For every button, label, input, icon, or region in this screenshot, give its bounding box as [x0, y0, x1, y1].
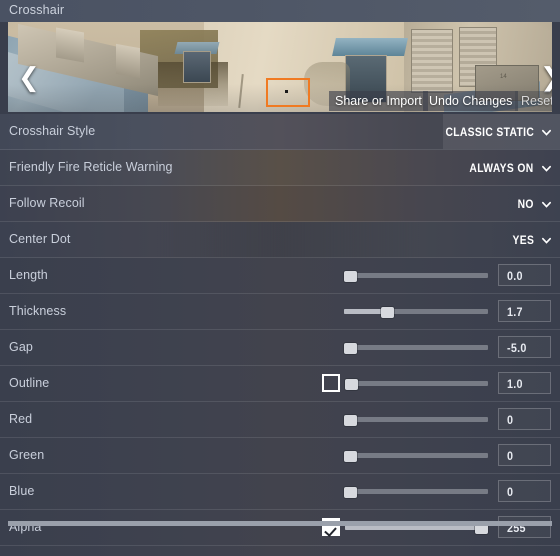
value-text: 0	[507, 449, 514, 463]
page-title: Crosshair	[9, 3, 65, 17]
thickness-value-box[interactable]: 1.7	[498, 300, 551, 322]
slider-track[interactable]	[344, 273, 488, 278]
slider-track[interactable]	[344, 417, 488, 422]
center-dot-dropdown[interactable]: YES	[509, 230, 552, 250]
chevron-down-icon	[541, 127, 552, 138]
length-slider[interactable]	[344, 271, 488, 282]
crosshair-preview[interactable]: 14 ❮ ❯ Share or Import Undo Changes Rese…	[8, 22, 552, 112]
setting-row-friendly-fire-reticle-warning[interactable]: Friendly Fire Reticle Warning ALWAYS ON	[0, 150, 560, 186]
dropdown-value: ALWAYS ON	[469, 161, 534, 175]
slider-thumb[interactable]	[344, 343, 357, 354]
setting-label: Outline	[9, 376, 50, 390]
slider-thumb[interactable]	[344, 415, 357, 426]
dropdown-value: NO	[517, 197, 534, 211]
setting-row-thickness[interactable]: Thickness 1.7	[0, 294, 560, 330]
value-text: 0	[507, 485, 514, 499]
setting-row-alpha[interactable]: Alpha 255	[0, 510, 560, 546]
green-slider[interactable]	[344, 451, 488, 462]
green-value-box[interactable]: 0	[498, 444, 551, 466]
slider-track[interactable]	[344, 345, 488, 350]
follow-recoil-dropdown[interactable]: NO	[515, 194, 552, 214]
setting-row-t-style[interactable]: T Style NO	[0, 546, 560, 556]
setting-row-blue[interactable]: Blue 0	[0, 474, 560, 510]
setting-row-green[interactable]: Green 0	[0, 438, 560, 474]
value-text: 0.0	[507, 269, 523, 283]
slider-fill	[344, 309, 385, 314]
slider-track[interactable]	[345, 381, 488, 386]
setting-label: Blue	[9, 484, 35, 498]
setting-row-outline[interactable]: Outline 1.0	[0, 366, 560, 402]
dropdown-value: CLASSIC STATIC	[445, 125, 534, 139]
slider-track[interactable]	[344, 453, 488, 458]
crosshair-settings-panel: Crosshair 14	[0, 0, 560, 556]
length-value-box[interactable]: 0.0	[498, 264, 551, 286]
chevron-left-icon[interactable]: ❮	[18, 65, 40, 91]
crosshair-style-dropdown[interactable]: CLASSIC STATIC	[431, 122, 552, 142]
outline-value-box[interactable]: 1.0	[498, 372, 551, 394]
thickness-slider[interactable]	[344, 307, 488, 318]
dropdown-value: YES	[512, 233, 534, 247]
setting-label: Thickness	[9, 304, 67, 318]
crosshair-center-dot	[285, 90, 288, 93]
value-text: 1.0	[507, 377, 523, 391]
outline-checkbox[interactable]	[322, 374, 340, 392]
setting-row-red[interactable]: Red 0	[0, 402, 560, 438]
slider-thumb[interactable]	[344, 451, 357, 462]
setting-label: Follow Recoil	[9, 196, 85, 210]
undo-changes-button[interactable]: Undo Changes	[423, 91, 519, 111]
settings-list: Crosshair Style CLASSIC STATIC Friendly …	[0, 114, 560, 556]
chevron-down-icon	[541, 163, 552, 174]
setting-label: Friendly Fire Reticle Warning	[9, 160, 173, 174]
gap-slider[interactable]	[344, 343, 488, 354]
friendly-fire-reticle-warning-dropdown[interactable]: ALWAYS ON	[459, 158, 552, 178]
setting-label: Crosshair Style	[9, 124, 96, 138]
setting-row-gap[interactable]: Gap -5.0	[0, 330, 560, 366]
value-text: 1.7	[507, 305, 523, 319]
chevron-down-icon	[541, 199, 552, 210]
blue-slider[interactable]	[344, 487, 488, 498]
gap-value-box[interactable]: -5.0	[498, 336, 551, 358]
setting-label: Red	[9, 412, 33, 426]
setting-row-follow-recoil[interactable]: Follow Recoil NO	[0, 186, 560, 222]
setting-label: Green	[9, 448, 45, 462]
panel-header: Crosshair	[0, 0, 560, 22]
blue-value-box[interactable]: 0	[498, 480, 551, 502]
slider-track[interactable]	[344, 489, 488, 494]
setting-row-length[interactable]: Length 0.0	[0, 258, 560, 294]
setting-row-center-dot[interactable]: Center Dot YES	[0, 222, 560, 258]
alpha-value-box[interactable]: 255	[498, 516, 551, 538]
horizontal-scrollbar[interactable]	[8, 521, 552, 526]
setting-label: Length	[9, 268, 48, 282]
share-or-import-button[interactable]: Share or Import	[329, 91, 428, 111]
crosshair-selection-box	[266, 78, 310, 107]
value-text: -5.0	[507, 341, 527, 355]
chevron-right-icon[interactable]: ❯	[540, 65, 552, 91]
setting-label: Gap	[9, 340, 33, 354]
reset-button[interactable]: Reset	[515, 91, 552, 111]
chevron-down-icon	[541, 235, 552, 246]
slider-thumb[interactable]	[380, 307, 394, 318]
outline-slider[interactable]	[345, 379, 488, 390]
value-text: 0	[507, 413, 514, 427]
slider-thumb[interactable]	[344, 271, 357, 282]
red-slider[interactable]	[344, 415, 488, 426]
setting-row-crosshair-style[interactable]: Crosshair Style CLASSIC STATIC	[0, 114, 560, 150]
slider-thumb[interactable]	[345, 379, 358, 390]
slider-thumb[interactable]	[344, 487, 357, 498]
red-value-box[interactable]: 0	[498, 408, 551, 430]
setting-label: Center Dot	[9, 232, 71, 246]
